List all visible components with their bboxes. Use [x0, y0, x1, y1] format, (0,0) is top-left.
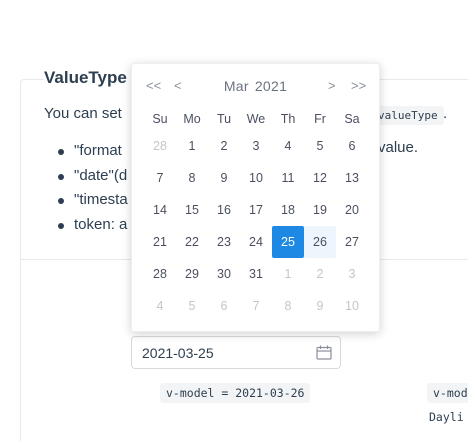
- weekday-label: Mo: [183, 112, 201, 126]
- day-cell[interactable]: 2: [304, 258, 336, 290]
- day-cell[interactable]: 13: [336, 162, 368, 194]
- weekday-label: We: [246, 112, 266, 126]
- calendar-icon[interactable]: [316, 345, 332, 360]
- weekday-label: Th: [280, 112, 296, 126]
- day-cell[interactable]: 16: [208, 194, 240, 226]
- week-row: 14 15 16 17 18 19 20: [144, 194, 368, 226]
- date-input[interactable]: 2021-03-25: [131, 336, 341, 369]
- day-cell[interactable]: 6: [336, 130, 368, 162]
- weekday-label: Tu: [216, 112, 232, 126]
- picker-title: Mar 2021: [132, 78, 379, 94]
- day-cell[interactable]: 19: [304, 194, 336, 226]
- day-cell[interactable]: 21: [144, 226, 176, 258]
- day-cell[interactable]: 28: [144, 130, 176, 162]
- day-cell[interactable]: 31: [240, 258, 272, 290]
- day-cell[interactable]: 9: [208, 162, 240, 194]
- v-model-tag: v-model = 2021-03-26: [160, 383, 311, 403]
- daylight-note: Dayli: [429, 410, 464, 424]
- day-cell[interactable]: 3: [240, 130, 272, 162]
- day-cell[interactable]: 20: [336, 194, 368, 226]
- week-row: 28 29 30 31 1 2 3: [144, 258, 368, 290]
- selected-day-cell[interactable]: 25: [272, 226, 304, 258]
- v-model-tag-2: v-mod: [427, 383, 468, 403]
- weekday-row: Su Mo Tu We Th Fr Sa: [144, 108, 368, 130]
- week-row: 4 5 6 7 8 9 10: [144, 290, 368, 322]
- day-cell[interactable]: 10: [336, 290, 368, 322]
- picker-header: << < Mar 2021 > >>: [132, 64, 379, 108]
- weekday-label: Su: [152, 112, 168, 126]
- day-cell[interactable]: 14: [144, 194, 176, 226]
- date-picker-popup: << < Mar 2021 > >> Su Mo Tu We Th Fr Sa 28 1 2 3 4 5 6…: [131, 63, 380, 332]
- day-cell[interactable]: 4: [144, 290, 176, 322]
- day-cell[interactable]: 9: [304, 290, 336, 322]
- day-cell[interactable]: 2: [208, 130, 240, 162]
- day-cell[interactable]: 8: [272, 290, 304, 322]
- day-cell[interactable]: 18: [272, 194, 304, 226]
- day-cell[interactable]: 28: [144, 258, 176, 290]
- day-cell[interactable]: 8: [176, 162, 208, 194]
- day-cell[interactable]: 10: [240, 162, 272, 194]
- day-cell[interactable]: 5: [304, 130, 336, 162]
- day-cell[interactable]: 24: [240, 226, 272, 258]
- week-row: 28 1 2 3 4 5 6: [144, 130, 368, 162]
- year-select[interactable]: 2021: [255, 78, 287, 94]
- day-cell[interactable]: 6: [208, 290, 240, 322]
- day-cell[interactable]: 7: [240, 290, 272, 322]
- day-cell[interactable]: 22: [176, 226, 208, 258]
- day-cell[interactable]: 29: [176, 258, 208, 290]
- day-cell[interactable]: 17: [240, 194, 272, 226]
- month-select[interactable]: Mar: [224, 78, 249, 94]
- section-title: ValueType: [44, 68, 131, 88]
- intro-text: You can set: [44, 105, 122, 122]
- next-month-button[interactable]: >: [328, 78, 336, 93]
- day-cell[interactable]: 30: [208, 258, 240, 290]
- list-item: "format: [56, 139, 128, 164]
- format-list: "format "date"(d "timesta token: a: [56, 139, 128, 237]
- day-cell[interactable]: 11: [272, 162, 304, 194]
- list-item: "timesta: [56, 188, 128, 213]
- day-cell[interactable]: 1: [176, 130, 208, 162]
- day-cell[interactable]: 7: [144, 162, 176, 194]
- weekday-label: Sa: [344, 112, 360, 126]
- day-cell[interactable]: 23: [208, 226, 240, 258]
- list-item: token: a: [56, 213, 128, 238]
- day-cell[interactable]: 15: [176, 194, 208, 226]
- weekday-label: Fr: [314, 112, 326, 126]
- bullet-tail-text: value.: [378, 139, 419, 156]
- day-cell[interactable]: 26: [304, 226, 336, 258]
- list-item: "date"(d: [56, 164, 128, 189]
- next-year-button[interactable]: >>: [351, 78, 366, 93]
- day-cell[interactable]: 1: [272, 258, 304, 290]
- day-cell[interactable]: 12: [304, 162, 336, 194]
- day-cell[interactable]: 27: [336, 226, 368, 258]
- day-cell[interactable]: 5: [176, 290, 208, 322]
- week-row: 21 22 23 24 25 26 27: [144, 226, 368, 258]
- calendar-grid: Su Mo Tu We Th Fr Sa 28 1 2 3 4 5 6 7 8 9 10 11 12 13 14 15 16 1…: [144, 108, 368, 322]
- week-row: 7 8 9 10 11 12 13: [144, 162, 368, 194]
- intro-end: .: [443, 105, 448, 122]
- day-cell[interactable]: 4: [272, 130, 304, 162]
- intro-code: valueType: [372, 106, 444, 125]
- date-input-value[interactable]: 2021-03-25: [142, 345, 214, 361]
- day-cell[interactable]: 3: [336, 258, 368, 290]
